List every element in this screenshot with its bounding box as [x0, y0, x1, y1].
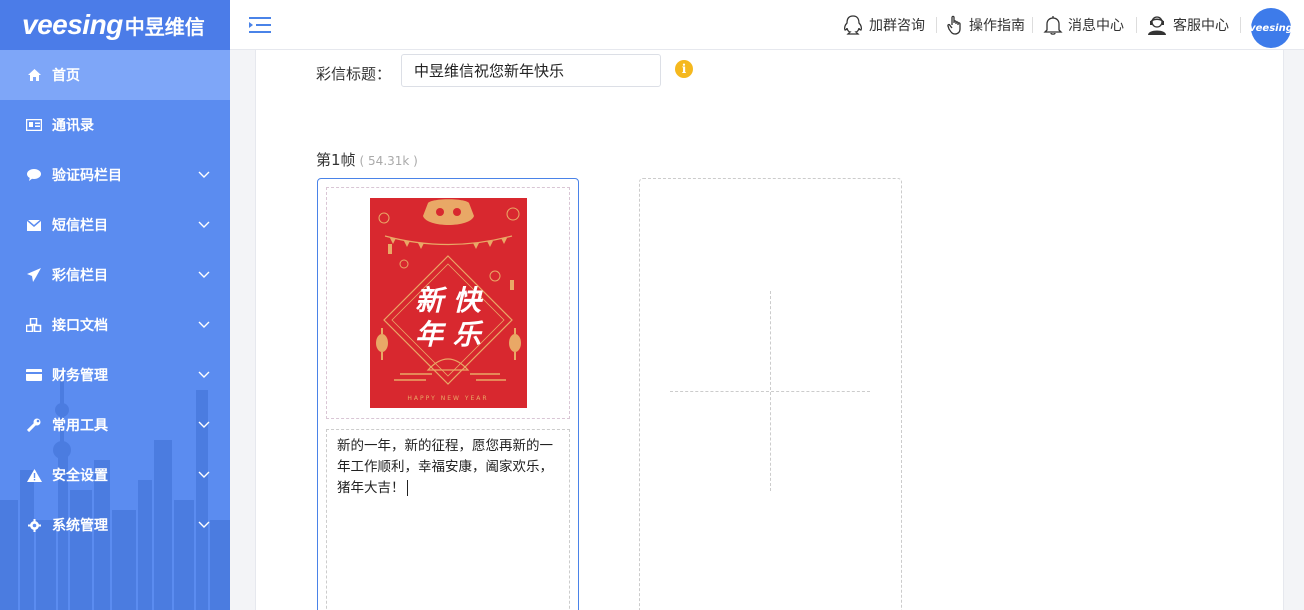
join-group-label: 加群咨询	[869, 18, 925, 34]
logo-text: veesing	[22, 9, 123, 40]
join-group-link[interactable]: 加群咨询	[842, 13, 925, 37]
home-icon	[26, 67, 42, 83]
guide-link[interactable]: 操作指南	[946, 13, 1025, 37]
calligraphy-top: 新 快	[415, 284, 484, 317]
chevron-down-icon	[198, 321, 210, 328]
chevron-down-icon	[198, 371, 210, 378]
frame-text: 新的一年，新的征程，愿您再新的一年工作顺利，幸福安康，阖家欢乐，猪年大吉！	[337, 438, 553, 496]
header-divider	[1136, 17, 1137, 33]
mms-title-input[interactable]	[401, 54, 661, 87]
credit-card-icon	[26, 367, 42, 383]
hand-pointer-icon	[947, 15, 961, 35]
chevron-down-icon	[198, 421, 210, 428]
header-divider	[1240, 17, 1241, 33]
sidebar-item-tools[interactable]: 常用工具	[0, 400, 230, 450]
logo[interactable]: veesing 中昱维信	[0, 0, 230, 50]
menu-toggle-icon[interactable]	[249, 16, 271, 34]
new-year-card-image: 新 快 年 乐 HAPPY NEW YEAR	[369, 198, 527, 408]
chevron-down-icon	[198, 221, 210, 228]
guide-label: 操作指南	[969, 18, 1025, 34]
paper-plane-icon	[26, 267, 42, 283]
chevron-down-icon	[198, 521, 210, 528]
frame-label: 第1帧( 54.31k )	[316, 149, 418, 170]
header-divider	[1032, 17, 1033, 33]
sidebar-item-label: 通讯录	[52, 118, 94, 134]
info-icon[interactable]: i	[675, 60, 693, 78]
message-center-label: 消息中心	[1068, 18, 1124, 34]
sidebar-item-contacts[interactable]: 通讯录	[0, 100, 230, 150]
calligraphy-bottom: 年 乐	[415, 318, 484, 351]
card-footer-text: HAPPY NEW YEAR	[407, 395, 488, 402]
wrench-icon	[26, 417, 42, 433]
add-frame-button[interactable]	[639, 178, 902, 610]
qq-icon	[843, 15, 863, 35]
frame-card-1[interactable]: 新 快 年 乐 HAPPY NEW YEAR 新的一年，新的征程，愿您再新的一年…	[317, 178, 579, 610]
sidebar-item-sms[interactable]: 短信栏目	[0, 200, 230, 250]
sidebar-item-label: 财务管理	[52, 368, 108, 384]
top-header: 加群咨询 操作指南 消息中心 客服中心 veesing	[230, 0, 1304, 50]
comment-icon	[26, 167, 42, 183]
frame-size: ( 54.31k )	[359, 154, 418, 168]
sidebar-item-label: 彩信栏目	[52, 268, 108, 284]
chevron-down-icon	[198, 471, 210, 478]
address-card-icon	[26, 117, 42, 133]
sidebar-item-mms[interactable]: 彩信栏目	[0, 250, 230, 300]
warning-icon	[26, 467, 42, 483]
sidebar-item-finance[interactable]: 财务管理	[0, 350, 230, 400]
envelope-icon	[26, 217, 42, 233]
bell-icon	[1043, 16, 1063, 35]
gear-icon	[26, 517, 42, 533]
sidebar: veesing 中昱维信 首页 通讯录 验证码栏目 短信栏目 彩信栏目 接口文档…	[0, 0, 230, 610]
frame-image-slot[interactable]: 新 快 年 乐 HAPPY NEW YEAR	[326, 187, 570, 419]
sidebar-item-security[interactable]: 安全设置	[0, 450, 230, 500]
sidebar-item-label: 安全设置	[52, 468, 108, 484]
sidebar-item-label: 首页	[52, 68, 80, 84]
main-content: 彩信标题： i 第1帧( 54.31k )	[255, 50, 1284, 610]
sidebar-item-label: 系统管理	[52, 518, 108, 534]
sidebar-item-system[interactable]: 系统管理	[0, 500, 230, 550]
frame-number: 第1帧	[316, 151, 356, 169]
logo-cn: 中昱维信	[124, 14, 205, 39]
sidebar-item-label: 接口文档	[52, 318, 108, 334]
chevron-down-icon	[198, 271, 210, 278]
plus-icon-vertical	[770, 291, 771, 491]
sidebar-item-label: 短信栏目	[52, 218, 108, 234]
chevron-down-icon	[198, 171, 210, 178]
frame-text-editor[interactable]: 新的一年，新的征程，愿您再新的一年工作顺利，幸福安康，阖家欢乐，猪年大吉！	[326, 429, 570, 610]
header-divider	[936, 17, 937, 33]
sidebar-item-home[interactable]: 首页	[0, 50, 230, 100]
sidebar-item-label: 常用工具	[52, 418, 108, 434]
sidebar-item-api-docs[interactable]: 接口文档	[0, 300, 230, 350]
support-center-link[interactable]: 客服中心	[1146, 13, 1229, 37]
cubes-icon	[26, 317, 42, 333]
support-center-label: 客服中心	[1173, 18, 1229, 34]
support-agent-icon	[1148, 16, 1166, 35]
avatar[interactable]: veesing	[1249, 8, 1293, 48]
sidebar-item-label: 验证码栏目	[52, 168, 122, 184]
sidebar-item-verify-code[interactable]: 验证码栏目	[0, 150, 230, 200]
text-caret	[406, 480, 408, 496]
mms-title-label: 彩信标题：	[316, 65, 392, 83]
message-center-link[interactable]: 消息中心	[1043, 13, 1124, 37]
